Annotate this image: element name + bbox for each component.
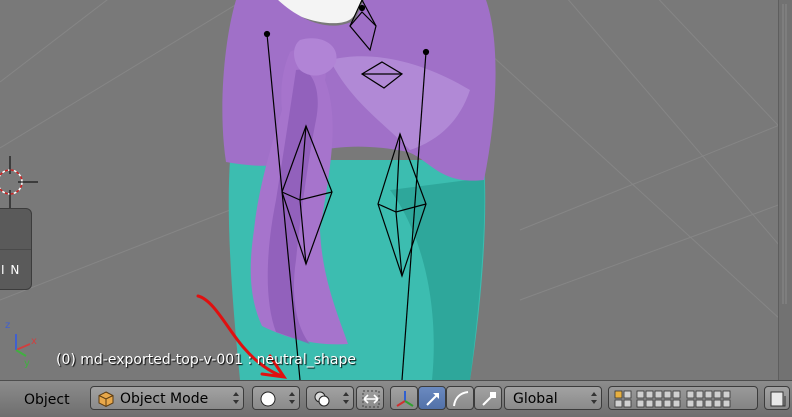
axis-gizmo: z x y (5, 320, 37, 369)
updown-arrows-icon (343, 392, 349, 404)
axis-z-label: z (5, 320, 10, 331)
axis-x-label: x (31, 336, 37, 347)
garment-mesh[interactable] (222, 0, 496, 380)
render-layer-button[interactable] (764, 386, 790, 410)
translate-manipulator-icon (396, 391, 414, 407)
scene-canvas[interactable]: z x y (0, 0, 792, 380)
transform-orientation-label: Global (513, 391, 558, 407)
snap-arrows-icon (362, 390, 380, 408)
axis-y-label: y (24, 358, 30, 369)
solid-sphere-icon (260, 391, 276, 407)
updown-arrows-icon (289, 392, 295, 404)
tool-shelf-label: I N (1, 263, 21, 277)
translate-arrow-icon (426, 393, 439, 406)
updown-arrows-icon (591, 392, 597, 404)
region-resize-handle[interactable] (782, 4, 788, 304)
rotate-tool-button[interactable] (446, 386, 474, 410)
properties-region-edge[interactable] (778, 0, 792, 380)
viewport-shading-selector[interactable] (252, 386, 300, 410)
object-menu[interactable]: Object (24, 392, 70, 408)
active-object-label: (0) md-exported-top-v-001 : neutral_shap… (56, 352, 356, 368)
3d-view-header: Object Object Mode Global (0, 380, 792, 417)
scale-manipulator-icon (482, 392, 496, 406)
manipulator-toggle-button[interactable] (390, 386, 418, 410)
render-layer-icon (770, 391, 786, 407)
cube-icon (98, 391, 114, 408)
rotate-manipulator-icon (453, 391, 469, 407)
3d-cursor[interactable] (0, 156, 38, 208)
transform-orientation-selector[interactable]: Global (504, 386, 602, 410)
layers-selector[interactable] (608, 386, 758, 410)
layers-grid-icon (614, 390, 731, 408)
mode-selector-label: Object Mode (120, 391, 209, 407)
tool-shelf-panel[interactable]: I N (0, 208, 32, 290)
updown-arrows-icon (233, 392, 239, 404)
pivot-point-icon (314, 391, 330, 407)
3d-viewport[interactable]: z x y (0) md-exported-top-v-001 : neutra… (0, 0, 792, 380)
scale-tool-button[interactable] (474, 386, 502, 410)
pivot-point-selector[interactable] (306, 386, 354, 410)
mode-selector[interactable]: Object Mode (90, 386, 244, 410)
translate-tool-button[interactable] (418, 386, 446, 410)
snap-button[interactable] (356, 386, 384, 410)
